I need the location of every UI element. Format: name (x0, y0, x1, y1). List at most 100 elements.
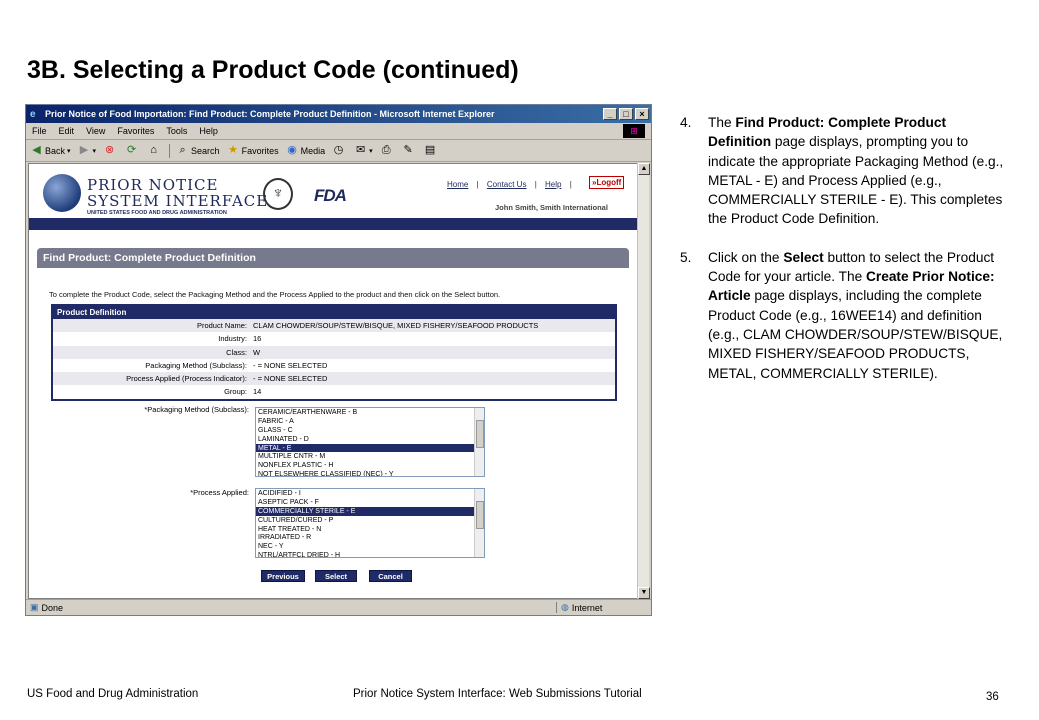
print-button[interactable]: ⎙ (380, 144, 395, 157)
page-icon: ▣ (30, 602, 39, 612)
refresh-button[interactable]: ⟳ (125, 144, 140, 157)
history-icon: ◷ (333, 144, 344, 156)
search-icon: ⌕ (179, 144, 186, 156)
user-name: John Smith, Smith International (495, 203, 608, 212)
close-button[interactable]: × (635, 108, 649, 120)
listbox-option[interactable]: NONFLEX PLASTIC - H (256, 461, 484, 470)
status-bar: ▣ Done ◍ Internet (26, 599, 651, 615)
search-button[interactable]: ⌕ Search (176, 144, 219, 157)
ie-icon: e (30, 108, 36, 120)
history-button[interactable]: ◷ (332, 144, 347, 157)
listbox-option[interactable]: NTRL/ARTFCL DRIED - H (256, 551, 484, 557)
contact-us-link[interactable]: Contact Us (487, 180, 527, 189)
listbox-option[interactable]: ASEPTIC PACK - F (256, 498, 484, 507)
listbox-option[interactable]: IRRADIATED - R (256, 533, 484, 542)
logo-text-line2: SYSTEM INTERFACE (87, 192, 269, 210)
listbox-option[interactable]: ACIDIFIED - I (256, 489, 484, 498)
listbox-option[interactable]: FABRIC - A (256, 417, 484, 426)
forward-button[interactable]: ▶ ▾ (78, 144, 96, 157)
stop-button[interactable]: ⊗ (103, 144, 118, 157)
menu-bar: File Edit View Favorites Tools Help ⊞ (26, 123, 651, 140)
select-button[interactable]: Select (315, 570, 357, 582)
packaging-method-label: *Packaging Method (Subclass): (144, 405, 249, 414)
top-links: Home | Contact Us | Help | (447, 180, 572, 189)
table-row: Product Name: CLAM CHOWDER/SOUP/STEW/BISQ… (53, 319, 615, 333)
section-header: Find Product: Complete Product Definitio… (37, 248, 629, 268)
table-row: Process Applied (Process Indicator): - = … (53, 372, 615, 386)
menu-tools[interactable]: Tools (166, 126, 187, 136)
menu-view[interactable]: View (86, 126, 105, 136)
edit-page-button[interactable]: ✎ (402, 144, 417, 157)
table-row: Group: 14 (224, 387, 262, 397)
listbox-option[interactable]: COMMERCIALLY STERILE - E (256, 506, 484, 516)
favorites-icon: ★ (228, 144, 239, 156)
discuss-button[interactable]: ▤ (424, 144, 439, 157)
back-arrow-icon: ◀ (32, 144, 41, 156)
media-button[interactable]: ◉ Media (286, 144, 325, 157)
globe-icon (43, 174, 81, 212)
table-row: Class: W (53, 345, 615, 359)
slide-title: 3B. Selecting a Product Code (continued) (27, 56, 519, 84)
help-link[interactable]: Help (545, 180, 561, 189)
edit-icon: ✎ (403, 144, 413, 156)
hhs-eagle-icon: ♆ (263, 178, 293, 210)
scroll-up-button[interactable]: ▲ (638, 163, 650, 175)
packaging-method-listbox[interactable]: CERAMIC/EARTHENWARE - B FABRIC - A GLASS -… (255, 407, 485, 477)
internet-globe-icon: ◍ (561, 602, 569, 612)
browser-window: e Prior Notice of Food Importation: Find… (25, 104, 652, 616)
note-text: The Find Product: Complete Product Defin… (708, 115, 1004, 227)
menu-file[interactable]: File (32, 126, 47, 136)
listbox-option[interactable]: HEAT TREATED - N (256, 525, 484, 534)
mail-button[interactable]: ✉ ▾ (354, 144, 373, 157)
process-applied-label: *Process Applied: (190, 488, 249, 497)
listbox-option[interactable]: MULTIPLE CNTR - M (256, 452, 484, 461)
back-button[interactable]: ◀ Back ▾ (30, 144, 70, 157)
print-icon: ⎙ (381, 144, 391, 156)
menu-edit[interactable]: Edit (59, 126, 75, 136)
toolbar-separator (169, 143, 171, 158)
favorites-button[interactable]: ★ Favorites (227, 144, 278, 157)
instruction-notes: 4. The Find Product: Complete Product Def… (680, 113, 1005, 402)
forward-arrow-icon: ▶ (79, 144, 89, 156)
document-icon: ▤ (424, 144, 436, 156)
process-applied-listbox[interactable]: ACIDIFIED - I ASEPTIC PACK - F COMMERCIALL… (255, 488, 485, 558)
instructions-text: To complete the Product Code, select the… (49, 290, 501, 299)
home-link[interactable]: Home (447, 180, 468, 189)
fda-logo: FDA (314, 186, 347, 205)
page-scrollbar[interactable]: ▲ ▼ (637, 163, 650, 599)
listbox-option[interactable]: METAL - E (256, 443, 484, 453)
home-icon: ⌂ (150, 144, 157, 156)
note-number: 5. (680, 249, 692, 265)
cancel-button[interactable]: Cancel (369, 570, 412, 582)
windows-logo-icon: ⊞ (623, 124, 645, 138)
page-number: 36 (986, 691, 999, 703)
maximize-button[interactable]: □ (619, 108, 633, 120)
note-number: 4. (680, 115, 692, 130)
status-text: Done (41, 602, 64, 613)
previous-button[interactable]: Previous (261, 570, 305, 582)
logoff-button[interactable]: »Logoff (589, 176, 625, 189)
listbox-option[interactable]: CERAMIC/EARTHENWARE - B (256, 408, 484, 417)
browser-toolbar: ◀ Back ▾ ▶ ▾ ⊗ ⟳ ⌂ ⌕ Search ★ Favorites ◉ Medi… (26, 140, 651, 162)
listbox-scrollbar[interactable] (474, 489, 484, 557)
listbox-option[interactable]: CULTURED/CURED - P (256, 516, 484, 525)
listbox-option[interactable]: NEC - Y (256, 542, 484, 551)
media-icon: ◉ (287, 144, 297, 156)
listbox-option[interactable]: LAMINATED - D (256, 435, 484, 444)
listbox-option[interactable]: GLASS - C (256, 426, 484, 435)
listbox-option[interactable]: NOT ELSEWHERE CLASSIFIED (NEC) - Y (256, 470, 484, 476)
refresh-icon: ⟳ (126, 144, 137, 156)
listbox-scrollbar[interactable] (474, 408, 484, 476)
footer-organization: US Food and Drug Administration (27, 688, 199, 700)
menu-help[interactable]: Help (199, 126, 218, 136)
table-row: Packaging Method (Subclass): - = NONE SEL… (145, 360, 328, 370)
home-button[interactable]: ⌂ (147, 144, 162, 157)
mail-icon: ✉ (356, 144, 366, 156)
scroll-down-button[interactable]: ▼ (638, 587, 650, 599)
note-text: Click on the Select button to select the… (708, 249, 1003, 381)
table-header: Product Definition (53, 306, 615, 319)
minimize-button[interactable]: _ (603, 108, 617, 120)
window-titlebar: e Prior Notice of Food Importation: Find… (26, 105, 651, 123)
page-viewport: PRIOR NOTICE SYSTEM INTERFACE UNITED STA… (28, 163, 638, 599)
menu-favorites[interactable]: Favorites (117, 126, 154, 136)
